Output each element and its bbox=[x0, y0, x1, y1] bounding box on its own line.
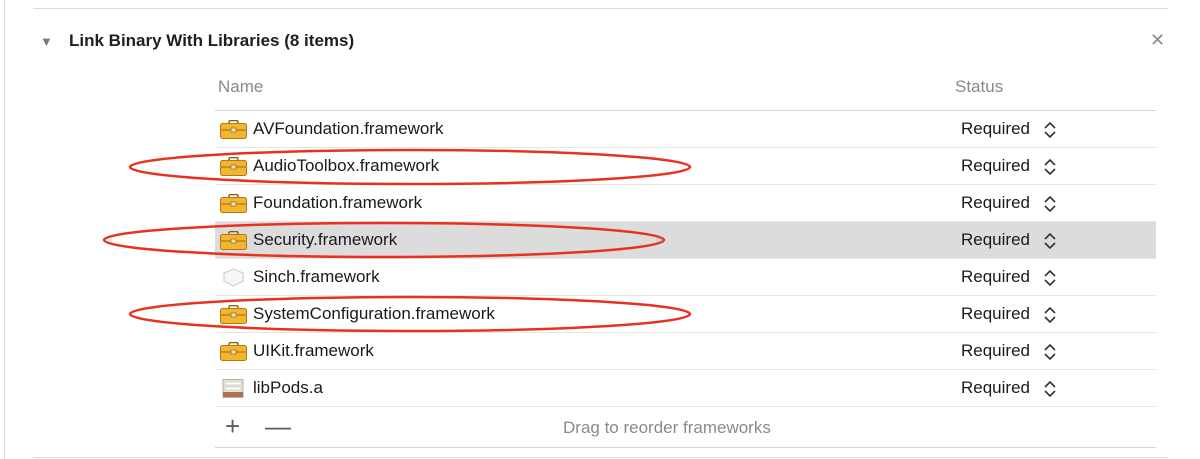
chevron-updown-icon[interactable] bbox=[1043, 268, 1057, 288]
table-row[interactable]: AVFoundation.framework Required bbox=[215, 111, 1156, 148]
section-title: Link Binary With Libraries (8 items) bbox=[69, 31, 355, 50]
library-name: SystemConfiguration.framework bbox=[253, 304, 495, 323]
status-popup[interactable]: Required bbox=[961, 193, 1030, 213]
table-row[interactable]: AudioToolbox.framework Required bbox=[215, 148, 1156, 185]
chevron-updown-icon[interactable] bbox=[1043, 379, 1057, 399]
library-name: Foundation.framework bbox=[253, 193, 423, 212]
table-footer: + — Drag to reorder frameworks bbox=[215, 407, 1156, 448]
window-left-edge bbox=[4, 0, 5, 459]
table-header: Name Status bbox=[215, 72, 1156, 111]
toolbox-icon bbox=[220, 193, 247, 213]
library-name: UIKit.framework bbox=[253, 341, 374, 360]
status-popup[interactable]: Required bbox=[961, 230, 1030, 250]
remove-button[interactable]: — bbox=[265, 411, 291, 441]
status-popup[interactable]: Required bbox=[961, 341, 1030, 361]
table-row[interactable]: libPods.a Required bbox=[215, 370, 1156, 407]
status-popup[interactable]: Required bbox=[961, 378, 1030, 398]
status-popup[interactable]: Required bbox=[961, 156, 1030, 176]
bottom-divider bbox=[33, 457, 1168, 458]
add-button[interactable]: + bbox=[225, 411, 240, 441]
status-popup[interactable]: Required bbox=[961, 304, 1030, 324]
disclosure-triangle-icon[interactable]: ▼ bbox=[40, 34, 60, 49]
table-row[interactable]: UIKit.framework Required bbox=[215, 333, 1156, 370]
reorder-hint: Drag to reorder frameworks bbox=[563, 418, 771, 437]
library-name: Sinch.framework bbox=[253, 267, 380, 286]
table-row[interactable]: Foundation.framework Required bbox=[215, 185, 1156, 222]
toolbox-icon bbox=[220, 119, 247, 139]
section-header[interactable]: ▼ Link Binary With Libraries (8 items) bbox=[40, 28, 354, 54]
chevron-updown-icon[interactable] bbox=[1043, 305, 1057, 325]
library-name: libPods.a bbox=[253, 378, 323, 397]
toolbox-icon bbox=[220, 304, 247, 324]
generic-framework-icon bbox=[220, 268, 247, 287]
toolbox-icon bbox=[220, 230, 247, 250]
chevron-updown-icon[interactable] bbox=[1043, 194, 1057, 214]
close-icon[interactable]: ✕ bbox=[1150, 30, 1165, 51]
library-name: Security.framework bbox=[253, 230, 398, 249]
chevron-updown-icon[interactable] bbox=[1043, 342, 1057, 362]
top-divider bbox=[33, 8, 1168, 9]
chevron-updown-icon[interactable] bbox=[1043, 120, 1057, 140]
table-row[interactable]: SystemConfiguration.framework Required bbox=[215, 296, 1156, 333]
toolbox-icon bbox=[220, 156, 247, 176]
table-row[interactable]: Security.framework Required bbox=[215, 222, 1156, 259]
library-name: AudioToolbox.framework bbox=[253, 156, 440, 175]
library-name: AVFoundation.framework bbox=[253, 119, 444, 138]
table-row[interactable]: Sinch.framework Required bbox=[215, 259, 1156, 296]
status-popup[interactable]: Required bbox=[961, 119, 1030, 139]
libraries-table: Name Status AVFoundation.framework Requir… bbox=[215, 72, 1156, 448]
toolbox-icon bbox=[220, 341, 247, 361]
column-header-status[interactable]: Status bbox=[955, 77, 1003, 97]
column-header-name[interactable]: Name bbox=[218, 77, 263, 97]
archive-icon bbox=[220, 379, 247, 398]
status-popup[interactable]: Required bbox=[961, 267, 1030, 287]
table-body: AVFoundation.framework Required AudioTool… bbox=[215, 111, 1156, 407]
chevron-updown-icon[interactable] bbox=[1043, 231, 1057, 251]
chevron-updown-icon[interactable] bbox=[1043, 157, 1057, 177]
